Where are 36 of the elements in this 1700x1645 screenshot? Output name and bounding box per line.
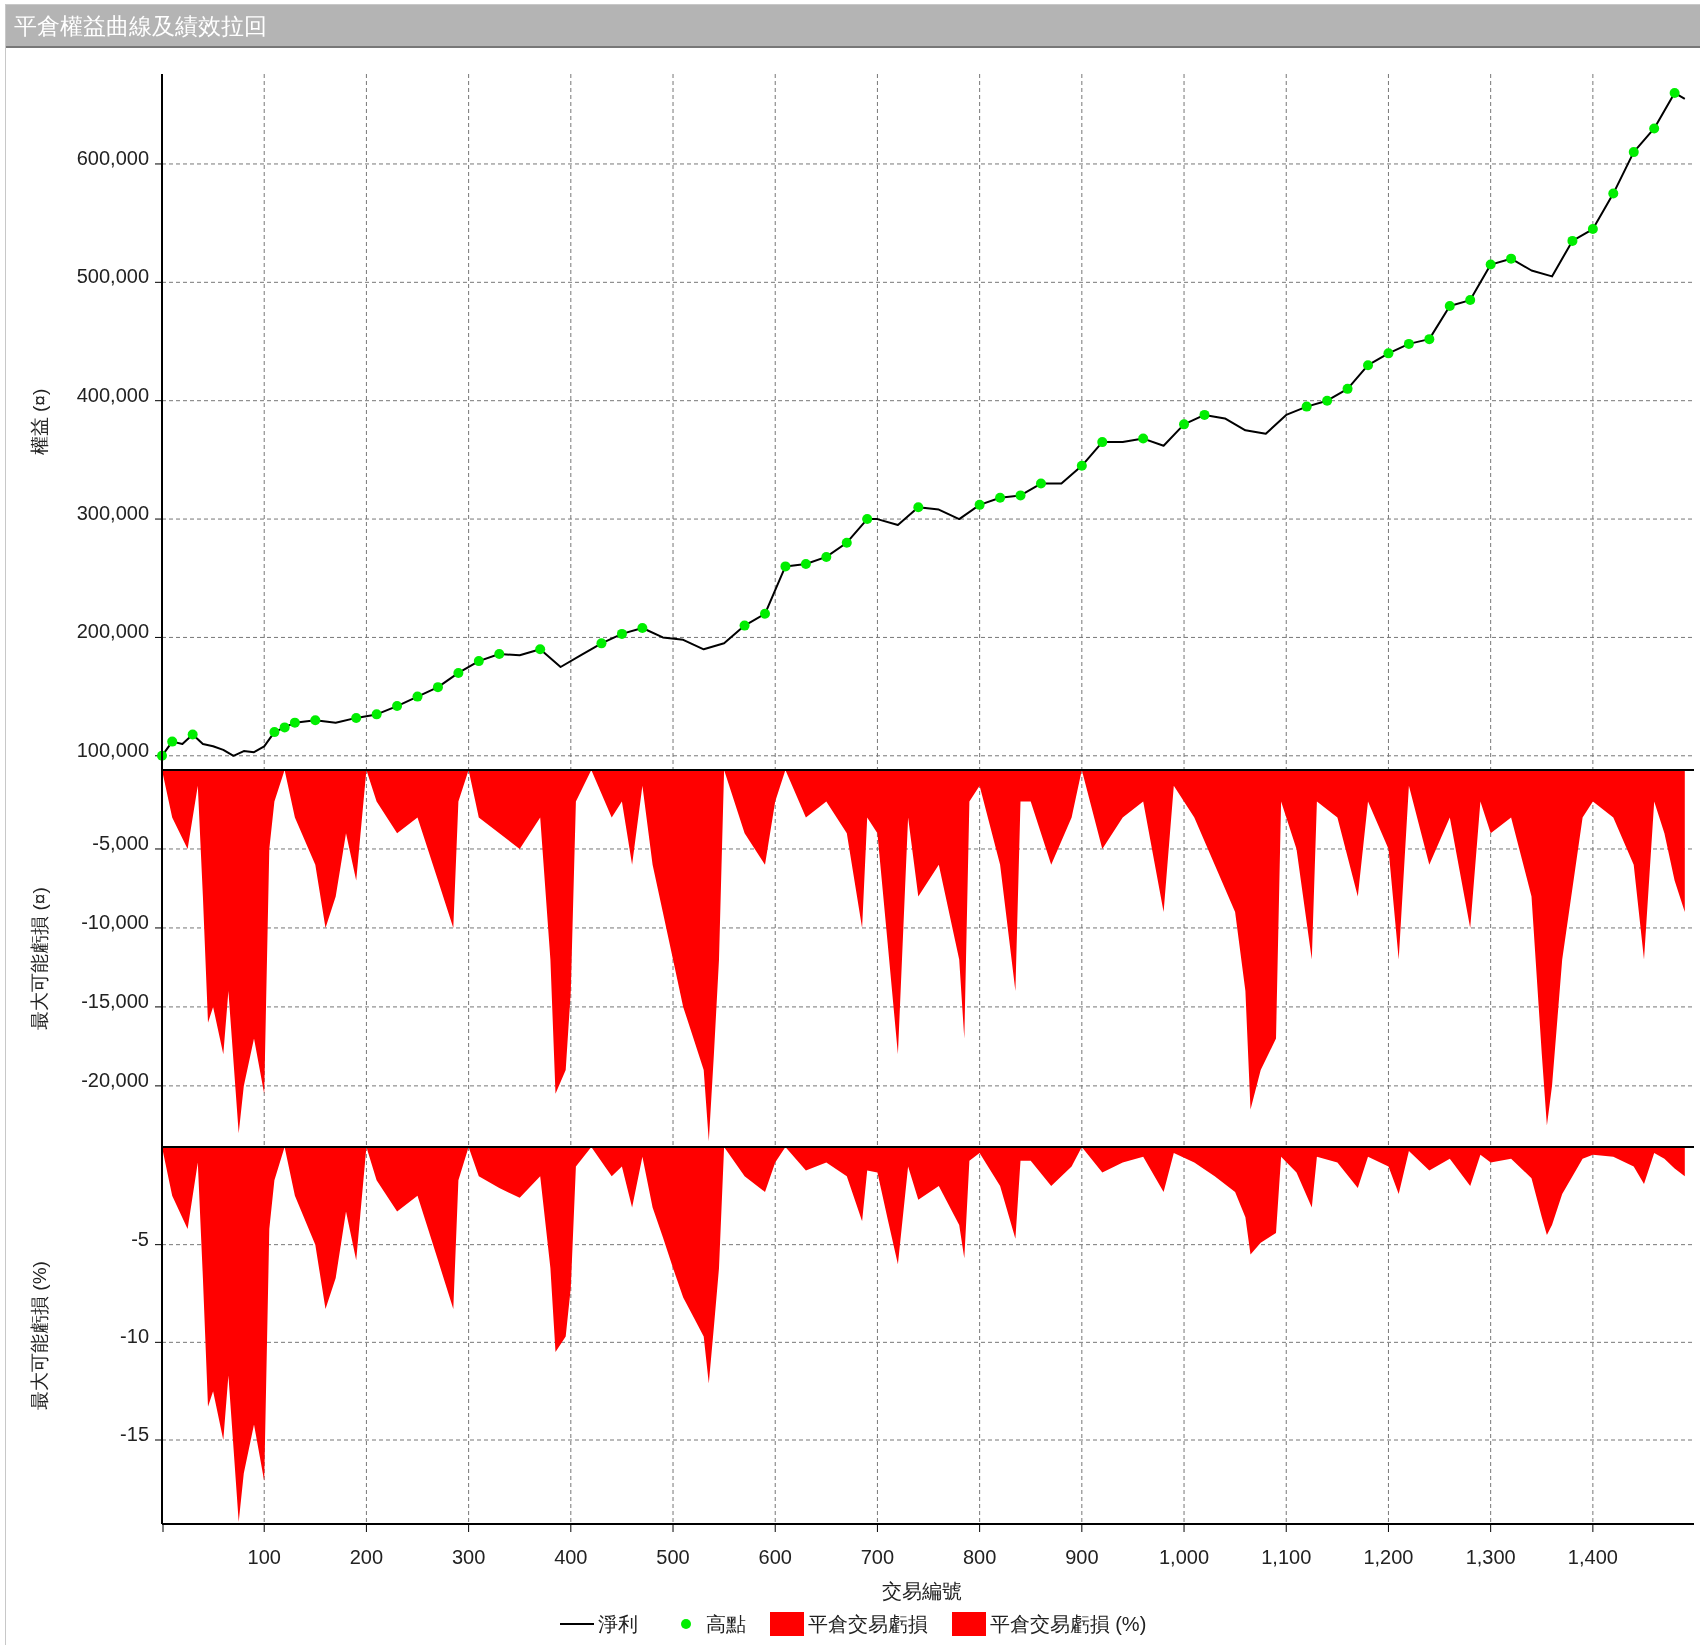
axis-tick-label: 200,000 <box>76 620 149 643</box>
axis-tick-label: 600 <box>758 1546 792 1568</box>
axis-tick-label: 200 <box>349 1546 384 1568</box>
axis-tick-label: 1,300 <box>1465 1546 1516 1568</box>
axis-tick-label: 100 <box>247 1546 281 1568</box>
window-title: 平倉權益曲線及績效拉回 <box>6 5 1700 48</box>
legend-label: 平倉交易虧損 (%) <box>989 1612 1147 1636</box>
axis-tick-label: 800 <box>962 1546 997 1568</box>
axis-tick-label: -15 <box>120 1423 149 1445</box>
axis-tick-label: 1,200 <box>1363 1546 1414 1568</box>
axis-title: 最大可能虧損 (¤) <box>29 887 50 1030</box>
axis-title: 交易編號 <box>882 1580 962 1602</box>
axis-tick-label: 500 <box>656 1546 690 1568</box>
axis-tick-label: 1,000 <box>1159 1546 1210 1568</box>
axis-tick-label: -15,000 <box>81 989 149 1012</box>
axis-title: 權益 (¤) <box>29 388 50 456</box>
axis-tick-label: 500,000 <box>76 265 149 288</box>
axis-tick-label: 900 <box>1065 1546 1099 1568</box>
axis-tick-label: 400,000 <box>76 383 149 406</box>
axis-tick-label: 600,000 <box>76 146 149 169</box>
axis-tick-label: -10 <box>120 1325 149 1348</box>
legend-label: 高點 <box>705 1612 746 1636</box>
axis-tick-label: -10,000 <box>81 910 149 933</box>
legend-label: 平倉交易虧損 <box>807 1612 928 1636</box>
axis-tick-label: -5,000 <box>92 831 149 854</box>
axis-tick-label: -20,000 <box>81 1068 149 1091</box>
axis-tick-label: 100,000 <box>76 738 149 761</box>
axis-title: 最大可能虧損 (%) <box>29 1261 50 1410</box>
axis-tick-label: 1,100 <box>1261 1546 1312 1568</box>
axis-tick-label: 300,000 <box>76 502 149 525</box>
axis-tick-label: 700 <box>860 1546 895 1568</box>
axis-tick-label: 400 <box>554 1546 588 1568</box>
legend-label: 淨利 <box>597 1612 638 1636</box>
axis-tick-label: -5 <box>131 1227 149 1250</box>
axis-tick-label: 300 <box>451 1546 486 1568</box>
axis-tick-label: 1,400 <box>1567 1546 1618 1568</box>
